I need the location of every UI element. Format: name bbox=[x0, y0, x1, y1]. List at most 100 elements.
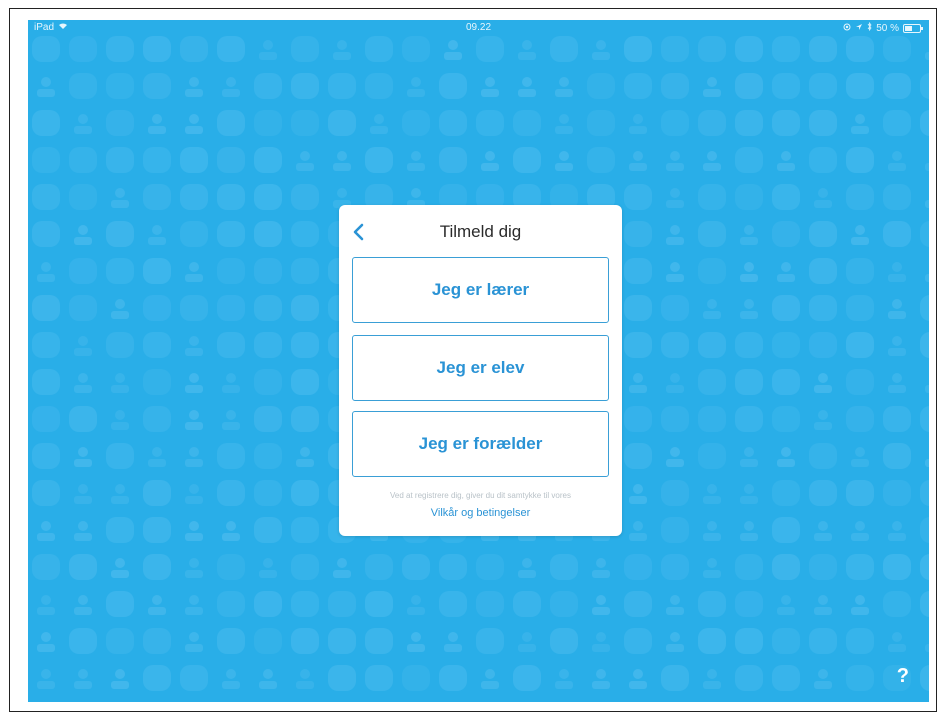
bg-bubble bbox=[254, 591, 282, 617]
bg-person bbox=[74, 669, 92, 689]
bg-bubble bbox=[32, 36, 60, 62]
bg-person bbox=[74, 373, 92, 393]
bg-bubble bbox=[920, 591, 929, 617]
bg-person bbox=[703, 151, 721, 171]
bg-bubble bbox=[291, 184, 319, 210]
bg-person bbox=[444, 632, 462, 652]
bg-person bbox=[666, 225, 684, 245]
bg-bubble bbox=[809, 221, 837, 247]
bg-person bbox=[185, 632, 203, 652]
bg-bubble bbox=[143, 517, 171, 543]
bg-bubble bbox=[439, 665, 467, 691]
bg-bubble bbox=[809, 147, 837, 173]
teacher-button[interactable]: Jeg er lærer bbox=[352, 257, 609, 323]
bg-bubble bbox=[143, 554, 171, 580]
bg-person bbox=[925, 163, 929, 171]
bg-bubble bbox=[772, 480, 800, 506]
signup-dialog: Tilmeld dig Jeg er lærer Jeg er elev Jeg… bbox=[339, 205, 622, 536]
bg-bubble bbox=[143, 184, 171, 210]
bg-person bbox=[888, 151, 906, 171]
bg-bubble bbox=[698, 184, 726, 210]
bg-bubble bbox=[69, 554, 97, 580]
bg-bubble bbox=[217, 332, 245, 358]
bg-person bbox=[111, 669, 129, 689]
bg-bubble bbox=[291, 295, 319, 321]
bg-bubble bbox=[735, 554, 763, 580]
bg-bubble bbox=[439, 591, 467, 617]
bg-bubble bbox=[32, 369, 60, 395]
bg-bubble bbox=[661, 73, 689, 99]
bg-bubble bbox=[143, 369, 171, 395]
bg-bubble bbox=[217, 628, 245, 654]
bg-person bbox=[740, 225, 758, 245]
bg-person bbox=[37, 262, 55, 282]
bg-bubble bbox=[920, 554, 929, 580]
bg-bubble bbox=[217, 258, 245, 284]
bg-bubble bbox=[439, 73, 467, 99]
bg-person bbox=[703, 299, 721, 319]
bg-bubble bbox=[624, 591, 652, 617]
bg-bubble bbox=[365, 591, 393, 617]
bg-bubble bbox=[735, 332, 763, 358]
bg-bubble bbox=[772, 332, 800, 358]
bg-bubble bbox=[32, 443, 60, 469]
bg-person bbox=[703, 77, 721, 97]
bg-person bbox=[592, 632, 610, 652]
bg-person bbox=[925, 52, 929, 60]
parent-button[interactable]: Jeg er forælder bbox=[352, 411, 609, 477]
help-button[interactable]: ? bbox=[897, 665, 909, 688]
bg-bubble bbox=[106, 110, 134, 136]
bg-person bbox=[333, 558, 351, 578]
bg-bubble bbox=[476, 554, 504, 580]
bg-person bbox=[185, 336, 203, 356]
bg-bubble bbox=[143, 295, 171, 321]
bg-bubble bbox=[69, 184, 97, 210]
bg-person bbox=[925, 200, 929, 208]
bg-person bbox=[74, 336, 92, 356]
bg-bubble bbox=[106, 258, 134, 284]
bg-bubble bbox=[883, 480, 911, 506]
bg-person bbox=[777, 151, 795, 171]
bg-person bbox=[629, 521, 647, 541]
bg-bubble bbox=[328, 591, 356, 617]
bg-bubble bbox=[735, 147, 763, 173]
bg-bubble bbox=[180, 295, 208, 321]
bg-bubble bbox=[217, 295, 245, 321]
bg-bubble bbox=[291, 480, 319, 506]
bg-bubble bbox=[846, 480, 874, 506]
battery-fill bbox=[905, 25, 912, 31]
bg-bubble bbox=[772, 554, 800, 580]
bg-bubble bbox=[920, 221, 929, 247]
bg-person bbox=[370, 114, 388, 134]
consent-text: Ved at registrere dig, giver du dit samt… bbox=[390, 491, 571, 500]
bg-bubble bbox=[735, 406, 763, 432]
bg-bubble bbox=[735, 369, 763, 395]
bg-bubble bbox=[661, 332, 689, 358]
student-button[interactable]: Jeg er elev bbox=[352, 335, 609, 401]
bg-bubble bbox=[883, 554, 911, 580]
bg-bubble bbox=[254, 332, 282, 358]
bg-bubble bbox=[698, 36, 726, 62]
bg-bubble bbox=[328, 628, 356, 654]
bg-person bbox=[851, 521, 869, 541]
bg-bubble bbox=[32, 184, 60, 210]
bg-person bbox=[666, 632, 684, 652]
bg-person bbox=[555, 77, 573, 97]
bg-bubble bbox=[772, 36, 800, 62]
bg-person bbox=[259, 669, 277, 689]
bg-bubble bbox=[624, 184, 652, 210]
bg-person bbox=[629, 669, 647, 689]
bg-bubble bbox=[624, 554, 652, 580]
bg-bubble bbox=[402, 36, 430, 62]
bg-person bbox=[666, 447, 684, 467]
bg-bubble bbox=[846, 184, 874, 210]
bg-bubble bbox=[217, 36, 245, 62]
bg-person bbox=[185, 521, 203, 541]
lock-rotation-icon bbox=[843, 23, 851, 34]
bg-bubble bbox=[254, 147, 282, 173]
bg-bubble bbox=[32, 406, 60, 432]
bg-person bbox=[814, 669, 832, 689]
bg-person bbox=[259, 40, 277, 60]
terms-link[interactable]: Vilkår og betingelser bbox=[339, 507, 622, 519]
bg-person bbox=[814, 188, 832, 208]
